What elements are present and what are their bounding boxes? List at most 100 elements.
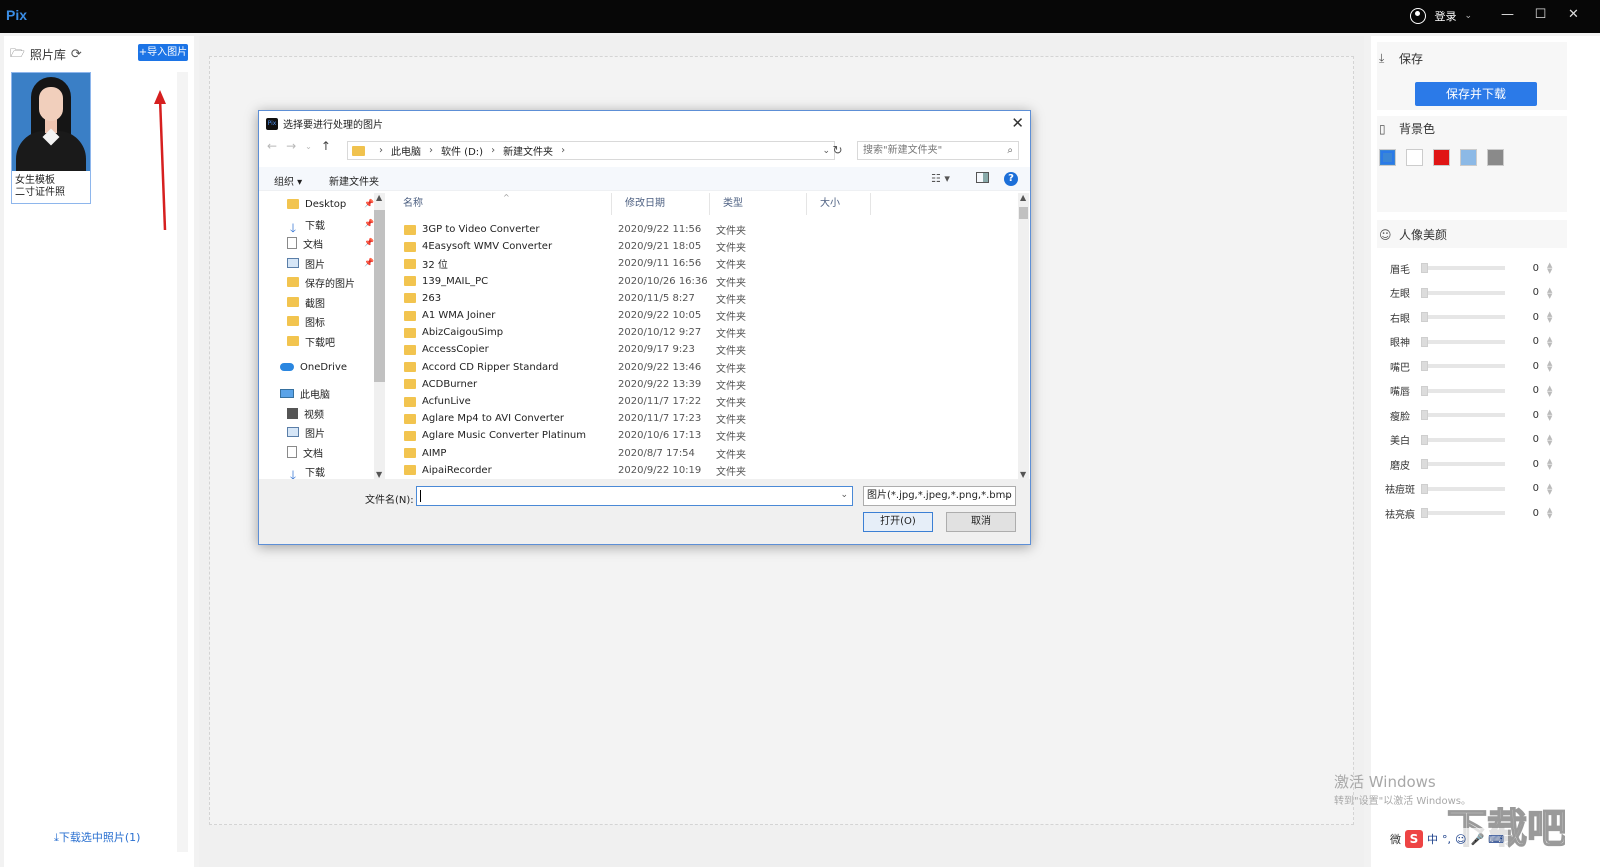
file-row[interactable]: AipaiRecorder 2020/9/22 10:19 文件夹 (404, 462, 1004, 479)
breadcrumb-separator-icon[interactable]: › (491, 145, 495, 156)
dialog-close-button[interactable]: ✕ (1011, 114, 1024, 132)
scroll-thumb[interactable] (374, 210, 385, 382)
file-row[interactable]: 263 2020/11/5 8:27 文件夹 (404, 290, 1004, 307)
help-icon[interactable]: ? (1004, 172, 1018, 186)
slider-handle[interactable] (1421, 385, 1428, 396)
up-arrow-icon[interactable]: ↑ (321, 139, 331, 153)
slider-handle[interactable] (1421, 483, 1428, 494)
import-image-button[interactable]: +导入图片 (138, 44, 188, 61)
slider-handle[interactable] (1421, 263, 1428, 273)
color-swatch[interactable] (1433, 149, 1450, 166)
library-scrollbar[interactable] (177, 72, 188, 852)
slider-track[interactable] (1421, 312, 1505, 322)
file-row[interactable]: ACDBurner 2020/9/22 13:39 文件夹 (404, 376, 1004, 393)
slider-handle[interactable] (1421, 361, 1428, 371)
nav-tree-item[interactable]: 此电脑 (280, 384, 330, 402)
slider-track[interactable] (1421, 459, 1505, 469)
breadcrumb-separator-icon[interactable]: › (561, 145, 565, 156)
spinner-arrows-icon[interactable]: ▲ ▼ (1547, 262, 1552, 275)
file-row[interactable]: Aglare Mp4 to AVI Converter 2020/11/7 17:… (404, 410, 1004, 427)
slider-handle[interactable] (1421, 459, 1428, 469)
column-date[interactable]: 修改日期 (612, 193, 710, 215)
slider-value[interactable]: 0 (1505, 483, 1539, 494)
color-swatch[interactable] (1379, 149, 1396, 166)
column-name[interactable]: 名称 ^ (390, 193, 612, 215)
nav-tree-item[interactable]: 图片 (287, 423, 325, 441)
breadcrumb-separator-icon[interactable]: › (429, 145, 433, 156)
nav-tree-item[interactable]: 保存的图片 (287, 273, 355, 291)
nav-tree-item[interactable]: 图标 (287, 312, 325, 330)
color-swatch[interactable] (1487, 149, 1504, 166)
file-list-scrollbar[interactable]: ▲ ▼ (1018, 193, 1029, 479)
view-options-icon[interactable]: ☷ ▾ (931, 172, 950, 185)
slider-value[interactable]: 0 (1505, 336, 1539, 347)
breadcrumb-folder[interactable]: 新建文件夹 (503, 143, 553, 158)
spinner-arrows-icon[interactable]: ▲ ▼ (1547, 482, 1552, 495)
scroll-up-icon[interactable]: ▲ (1020, 193, 1026, 202)
nav-tree-item[interactable]: 截图 (287, 293, 325, 311)
nav-tree-item[interactable]: 🡓 下载 (287, 215, 325, 236)
download-selected-link[interactable]: ⤓下载选中照片(1) (54, 829, 140, 845)
column-size[interactable]: 大小 (807, 193, 871, 215)
slider-value[interactable]: 0 (1505, 312, 1539, 323)
slider-value[interactable]: 0 (1505, 263, 1539, 274)
back-arrow-icon[interactable]: ← (267, 139, 277, 153)
login-area[interactable]: 登录 ⌄ (1410, 8, 1472, 24)
login-label[interactable]: 登录 (1434, 8, 1456, 24)
ime-emoji-icon[interactable]: ☺ (1455, 833, 1466, 846)
nav-tree-item[interactable]: 文档 (287, 234, 323, 252)
file-row[interactable]: AIMP 2020/8/7 17:54 文件夹 (404, 445, 1004, 462)
save-and-download-button[interactable]: 保存并下载 (1415, 82, 1537, 106)
slider-track[interactable] (1421, 287, 1505, 298)
chevron-down-icon[interactable]: ⌄ (1464, 11, 1472, 21)
slider-handle[interactable] (1421, 312, 1428, 322)
spinner-arrows-icon[interactable]: ▲ ▼ (1547, 286, 1552, 299)
nav-tree-item[interactable]: 🡓 下载 (287, 462, 325, 483)
slider-value[interactable]: 0 (1505, 459, 1539, 470)
refresh-icon[interactable]: ⟳ (71, 47, 82, 62)
file-row[interactable]: A1 WMA Joiner 2020/9/22 10:05 文件夹 (404, 307, 1004, 324)
scroll-down-icon[interactable]: ▼ (1020, 470, 1026, 479)
open-button[interactable]: 打开(O) (863, 512, 933, 532)
filter-dropdown-icon[interactable]: ⌄ (1003, 487, 1011, 505)
slider-value[interactable]: 0 (1505, 434, 1539, 445)
slider-value[interactable]: 0 (1505, 508, 1539, 519)
slider-handle[interactable] (1421, 508, 1428, 518)
spinner-arrows-icon[interactable]: ▲ ▼ (1547, 311, 1552, 324)
organize-menu[interactable]: 组织 ▾ (274, 173, 302, 188)
scroll-up-icon[interactable]: ▲ (376, 193, 382, 202)
cancel-button[interactable]: 取消 (946, 512, 1016, 532)
slider-track[interactable] (1421, 410, 1505, 420)
file-row[interactable]: AbizCaigouSimp 2020/10/12 9:27 文件夹 (404, 324, 1004, 341)
file-row[interactable]: Aglare Music Converter Platinum 2020/10/6… (404, 427, 1004, 444)
file-row[interactable]: 32 位 2020/9/11 16:56 文件夹 (404, 255, 1004, 272)
slider-handle[interactable] (1421, 434, 1428, 445)
slider-value[interactable]: 0 (1505, 361, 1539, 372)
slider-handle[interactable] (1421, 336, 1428, 347)
slider-track[interactable] (1421, 434, 1505, 445)
ime-keyboard-icon[interactable]: ⌨ (1488, 833, 1504, 846)
slider-track[interactable] (1421, 483, 1505, 494)
filename-input[interactable]: ⌄ (416, 486, 853, 506)
slider-value[interactable]: 0 (1505, 287, 1539, 298)
slider-handle[interactable] (1421, 410, 1428, 420)
slider-track[interactable] (1421, 385, 1505, 396)
spinner-arrows-icon[interactable]: ▲ ▼ (1547, 507, 1552, 520)
file-row[interactable]: AccessCopier 2020/9/17 9:23 文件夹 (404, 341, 1004, 358)
nav-tree-item[interactable]: 图片 (287, 254, 325, 272)
file-row[interactable]: Accord CD Ripper Standard 2020/9/22 13:46… (404, 359, 1004, 376)
spinner-arrows-icon[interactable]: ▲ ▼ (1547, 433, 1552, 446)
photo-thumbnail[interactable]: 女生模板 二寸证件照 (11, 72, 91, 204)
slider-value[interactable]: 0 (1505, 385, 1539, 396)
file-type-filter[interactable]: 图片(*.jpg,*.jpeg,*.png,*.bmp ⌄ (863, 486, 1016, 506)
nav-tree-item[interactable]: 文档 (287, 443, 323, 461)
sogou-ime-icon[interactable]: S (1405, 830, 1423, 848)
maximize-button[interactable]: ☐ (1524, 7, 1557, 22)
file-row[interactable]: 139_MAIL_PC 2020/10/26 16:36 文件夹 (404, 273, 1004, 290)
search-input[interactable]: 搜索"新建文件夹" ⌕ (857, 141, 1019, 160)
forward-arrow-icon[interactable]: → (286, 139, 296, 153)
ime-voice-icon[interactable]: 🎤 (1470, 833, 1484, 846)
recent-chevron-icon[interactable]: ⌄ (305, 142, 312, 151)
nav-tree-item[interactable]: 视频 (287, 404, 324, 422)
close-window-button[interactable]: ✕ (1557, 7, 1590, 22)
